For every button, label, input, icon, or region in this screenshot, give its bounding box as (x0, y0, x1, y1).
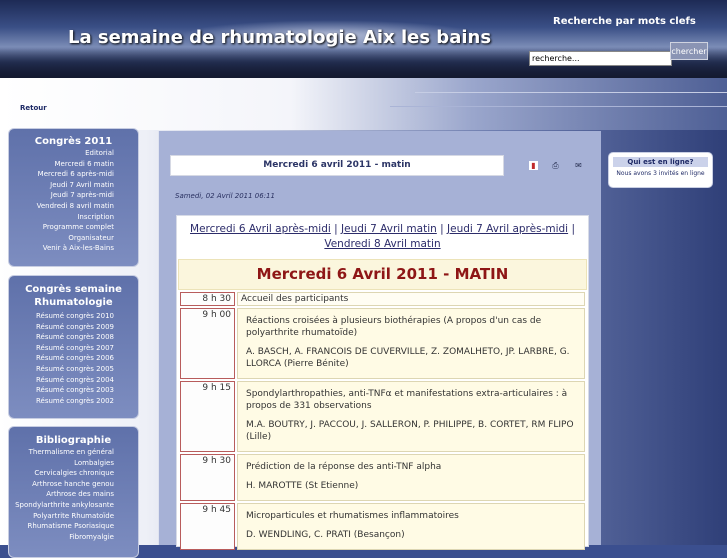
header-banner: La semaine de rhumatologie Aix les bains… (0, 0, 727, 78)
sidebar-item[interactable]: Arthrose hanche genou (9, 479, 114, 490)
sidebar-biblio: Bibliographie Thermalisme en général Lom… (8, 426, 139, 558)
article-title: Mercredi 6 avril 2011 - matin (170, 155, 504, 176)
divider (415, 92, 727, 93)
sidebar-item[interactable]: Venir à Aix-les-Bains (9, 243, 114, 254)
session-description: Accueil des participants (237, 292, 585, 306)
sidebar-biblio-title: Bibliographie (35, 435, 112, 446)
day-title: Mercredi 6 Avril 2011 - MATIN (178, 259, 587, 290)
session-title: Prédiction de la réponse des anti-TNF al… (246, 462, 442, 472)
sidebar-item[interactable]: Résumé congrès 2008 (9, 332, 114, 343)
nav-separator: | (440, 223, 444, 235)
sidebar-item[interactable]: Résumé congrès 2009 (9, 322, 114, 333)
session-authors: A. BASCH, A. FRANCOIS DE CUVERVILLE, Z. … (246, 347, 570, 369)
online-title: Qui est en ligne? (613, 157, 708, 167)
email-icon[interactable]: ✉ (574, 161, 583, 170)
day-navigation: Mercredi 6 Avril après-midi | Jeudi 7 Av… (177, 216, 588, 257)
sidebar-item[interactable]: Jeudi 7 après-midi (9, 190, 114, 201)
sidebar-item[interactable]: Editorial (9, 148, 114, 159)
sidebar-congres: Congrès 2011 Editorial Mercredi 6 matin … (8, 128, 139, 267)
divider (390, 106, 727, 107)
sidebar-item[interactable]: Lombalgies (9, 458, 114, 469)
nav-link[interactable]: Vendredi 8 Avril matin (324, 238, 440, 250)
sidebar-item[interactable]: Résumé congrès 2010 (9, 311, 114, 322)
sidebar-congres-menu: Editorial Mercredi 6 matin Mercredi 6 ap… (9, 148, 138, 254)
sidebar-item[interactable]: Résumé congrès 2005 (9, 364, 114, 375)
sidebar-item[interactable]: Inscription (9, 212, 114, 223)
session-title: Spondylarthropathies, anti-TNFα et manif… (246, 389, 568, 411)
sidebar-item[interactable]: Jeudi 7 Avril matin (9, 180, 114, 191)
session-authors: H. MAROTTE (St Etienne) (246, 481, 359, 491)
sidebar-congres-title: Congrès 2011 (34, 136, 113, 147)
session-time: 9 h 30 (180, 454, 235, 501)
sidebar-semaine-menu: Résumé congrès 2010 Résumé congrès 2009 … (9, 309, 138, 406)
sidebar-item[interactable]: Thermalisme en général (9, 447, 114, 458)
sidebar-item[interactable]: Rhumatisme Psoriasique (9, 521, 114, 532)
sidebar-item[interactable]: Spondylarthrite ankylosante (9, 500, 114, 511)
sidebar-item[interactable]: Polyartrite Rhumatoïde (9, 511, 114, 522)
session-time: 8 h 30 (180, 292, 235, 306)
sidebar-item[interactable]: Résumé congrès 2007 (9, 343, 114, 354)
sidebar-item[interactable]: Arthrose des mains (9, 489, 114, 500)
print-icon[interactable]: ⎙ (551, 161, 560, 170)
program-table: 8 h 30 Accueil des participants 9 h 00 R… (178, 290, 587, 552)
sidebar-item[interactable]: Résumé congrès 2006 (9, 353, 114, 364)
sidebar-item[interactable]: Mercredi 6 après-midi (9, 169, 114, 180)
pdf-icon[interactable]: ▮ (529, 161, 538, 170)
session-time: 9 h 45 (180, 503, 235, 550)
table-row: 9 h 30 Prédiction de la réponse des anti… (180, 454, 585, 501)
session-authors: M.A. BOUTRY, J. PACCOU, J. SALLERON, P. … (246, 420, 574, 442)
sidebar-item[interactable]: Programme complet (9, 222, 114, 233)
sidebar-item[interactable]: Résumé congrès 2003 (9, 385, 114, 396)
search-input[interactable] (529, 51, 672, 66)
session-authors: D. WENDLING, C. PRATI (Besançon) (246, 530, 405, 540)
online-text: Nous avons 3 invités en ligne (616, 170, 705, 177)
back-link[interactable]: Retour (20, 104, 47, 112)
main-panel: Mercredi 6 avril 2011 - matin ▮ ⎙ ✉ Same… (158, 131, 601, 550)
session-time: 9 h 15 (180, 381, 235, 452)
session-description: Réactions croisées à plusieurs biothérap… (237, 308, 585, 379)
sidebar-item[interactable]: Fibromyalgie (9, 532, 114, 543)
session-description: Microparticules et rhumatismes inflammat… (237, 503, 585, 550)
nav-link[interactable]: Jeudi 7 Avril matin (341, 223, 437, 235)
session-title: Réactions croisées à plusieurs biothérap… (246, 316, 542, 338)
article-content: Mercredi 6 Avril après-midi | Jeudi 7 Av… (176, 215, 589, 550)
nav-link[interactable]: Jeudi 7 Avril après-midi (447, 223, 568, 235)
nav-link[interactable]: Mercredi 6 Avril après-midi (190, 223, 331, 235)
session-description: Prédiction de la réponse des anti-TNF al… (237, 454, 585, 501)
nav-separator: | (334, 223, 338, 235)
nav-separator: | (571, 223, 575, 235)
table-row: 9 h 00 Réactions croisées à plusieurs bi… (180, 308, 585, 379)
table-row: 8 h 30 Accueil des participants (180, 292, 585, 306)
sidebar-item[interactable]: Résumé congrès 2002 (9, 396, 114, 407)
sidebar-item[interactable]: Cervicalgies chronique (9, 468, 114, 479)
table-row: 9 h 45 Microparticules et rhumatismes in… (180, 503, 585, 550)
site-title: La semaine de rhumatologie Aix les bains (68, 27, 492, 48)
article-date: Samedi, 02 Avril 2011 06:11 (175, 192, 275, 200)
sidebar-item[interactable]: Mercredi 6 matin (9, 159, 114, 170)
sidebar-item[interactable]: Vendredi 8 avril matin (9, 201, 114, 212)
session-title: Accueil des participants (241, 294, 349, 304)
sidebar-item[interactable]: Résumé congrès 2004 (9, 375, 114, 386)
session-time: 9 h 00 (180, 308, 235, 379)
session-title: Microparticules et rhumatismes inflammat… (246, 511, 459, 521)
online-box: Qui est en ligne? Nous avons 3 invités e… (608, 152, 713, 188)
table-row: 9 h 15 Spondylarthropathies, anti-TNFα e… (180, 381, 585, 452)
sidebar-item[interactable]: Organisateur (9, 233, 114, 244)
search-button[interactable]: chercher (670, 42, 708, 60)
sidebar-semaine: Congrès semaine Rhumatologie Résumé cong… (8, 275, 139, 419)
sub-banner (0, 78, 727, 130)
sidebar-biblio-menu: Thermalisme en général Lombalgies Cervic… (9, 447, 138, 542)
sidebar-semaine-title: Congrès semaine Rhumatologie (25, 284, 122, 308)
session-description: Spondylarthropathies, anti-TNFα et manif… (237, 381, 585, 452)
search-label: Recherche par mots clefs (553, 16, 696, 27)
